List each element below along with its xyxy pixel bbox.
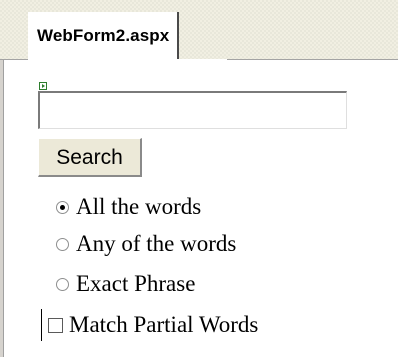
radio-all-words[interactable]: All the words	[56, 192, 201, 222]
checkbox-match-partial-input[interactable]	[48, 317, 63, 333]
tab-webform2[interactable]: WebForm2.aspx	[28, 12, 180, 60]
radio-any-words-input[interactable]	[56, 237, 69, 251]
tab-underline-cover	[29, 59, 227, 61]
search-input[interactable]	[38, 91, 347, 129]
control-glyph-icon	[39, 82, 47, 90]
radio-exact-phrase-label: Exact Phrase	[76, 271, 196, 296]
checkbox-match-partial[interactable]: Match Partial Words	[48, 310, 258, 340]
radio-exact-phrase-input[interactable]	[56, 277, 69, 291]
radio-any-words-label: Any of the words	[76, 231, 237, 256]
radio-all-words-input[interactable]	[56, 200, 69, 214]
designer-window: WebForm2.aspx Search All the words Any o…	[0, 0, 398, 357]
checkbox-match-partial-label: Match Partial Words	[69, 312, 259, 337]
tab-label: WebForm2.aspx	[37, 26, 170, 45]
radio-all-words-label: All the words	[76, 194, 202, 219]
text-caret	[41, 309, 42, 341]
radio-any-words[interactable]: Any of the words	[56, 229, 236, 259]
document-tab-strip: WebForm2.aspx	[0, 0, 398, 60]
radio-exact-phrase[interactable]: Exact Phrase	[56, 269, 195, 299]
search-button[interactable]: Search	[38, 138, 142, 177]
design-surface-left-rule	[0, 60, 4, 357]
